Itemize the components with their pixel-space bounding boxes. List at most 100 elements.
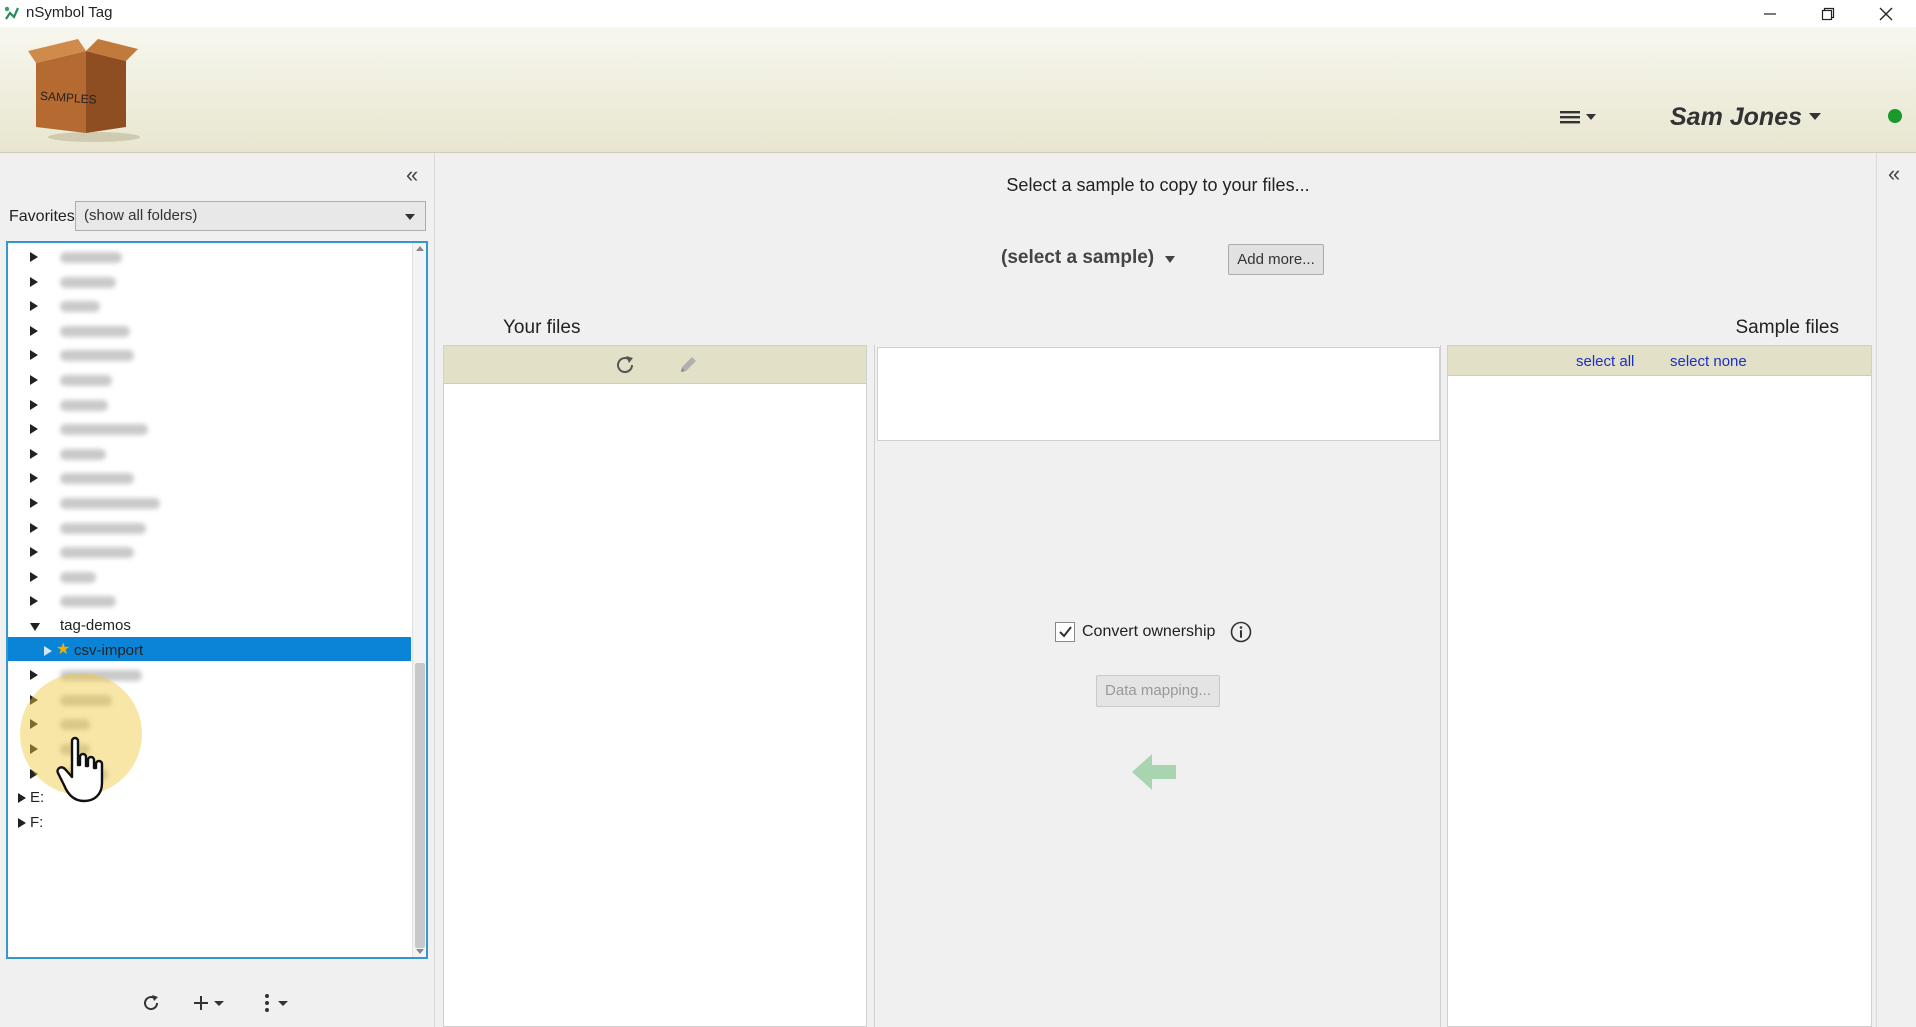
tree-item-label: F: [30,813,44,831]
favorites-select-value: (show all folders) [84,207,198,224]
tree-item[interactable] [8,587,411,612]
hand-pointer-cursor-icon [56,736,104,803]
tree-item[interactable] [8,514,411,539]
blurred-folder-name [60,522,146,534]
blurred-folder-name [60,375,112,386]
collapsed-arrow-icon[interactable] [30,670,38,681]
collapsed-arrow-icon[interactable] [30,547,38,558]
collapsed-arrow-icon[interactable] [18,817,26,828]
more-options-icon[interactable] [262,993,294,1013]
collapsed-arrow-icon[interactable] [18,793,26,804]
tree-item[interactable] [8,415,411,440]
user-menu[interactable]: Sam Jones [1670,103,1802,132]
scroll-up-icon[interactable] [416,246,424,251]
blurred-folder-name [60,571,96,583]
data-mapping-button[interactable]: Data mapping... [1096,675,1220,707]
tree-item[interactable] [8,538,411,563]
collapsed-arrow-icon[interactable] [30,301,38,312]
select-all-link[interactable]: select all [1576,353,1634,370]
blurred-folder-name [60,301,100,313]
favorites-label: Favorites [9,208,75,225]
tree-item-label: tag-demos [60,617,131,634]
blurred-folder-name [60,350,134,362]
sample-select[interactable]: (select a sample) [1001,247,1154,269]
collapsed-arrow-icon[interactable] [30,375,38,385]
collapsed-arrow-icon[interactable] [44,645,52,656]
hamburger-menu-icon [1560,111,1580,124]
transfer-pane: Convert ownership Data mapping... [874,345,1441,1027]
main-area: Select a sample to copy to your files...… [441,153,1875,1027]
tree-item-label: E: [30,789,45,807]
tree-item[interactable]: tag-demos [8,612,411,637]
refresh-icon[interactable] [141,993,161,1013]
collapsed-arrow-icon[interactable] [30,473,38,484]
tree-item[interactable] [8,391,411,416]
select-none-link[interactable]: select none [1670,353,1747,370]
tree-item[interactable] [8,317,411,342]
tree-item[interactable] [8,268,411,293]
expanded-arrow-icon[interactable] [30,623,40,631]
close-button[interactable] [1858,0,1914,27]
add-more-button[interactable]: Add more... [1228,244,1324,275]
expand-right-panel-icon[interactable]: « [1888,163,1900,185]
blurred-folder-name [60,252,122,263]
scroll-down-icon[interactable] [416,949,424,954]
minimize-button[interactable] [1742,0,1798,27]
sample-files-pane[interactable]: select all select none [1447,345,1872,1027]
edit-pencil-icon[interactable] [678,355,698,375]
collapsed-arrow-icon[interactable] [30,276,38,287]
tree-item[interactable] [8,563,411,588]
chevron-down-icon [1586,114,1596,120]
convert-ownership-label: Convert ownership [1082,623,1216,640]
collapsed-arrow-icon[interactable] [30,252,38,262]
close-icon [1879,7,1893,20]
checkmark-icon [1059,626,1072,638]
tree-scrollbar[interactable] [412,243,426,957]
collapsed-arrow-icon[interactable] [30,571,38,582]
folder-panel: « Favorites (show all folders) tag-demos… [0,153,435,1027]
restore-icon [1821,7,1835,20]
status-online-icon [1888,109,1902,123]
convert-ownership-checkbox[interactable] [1055,622,1075,642]
collapse-left-panel-icon[interactable]: « [406,164,418,186]
collapsed-arrow-icon[interactable] [30,325,38,336]
blurred-folder-name [60,547,134,559]
blurred-folder-name [60,424,148,436]
tree-item[interactable] [8,243,411,268]
tree-item[interactable] [8,366,411,391]
scroll-thumb[interactable] [415,663,425,948]
collapsed-arrow-icon[interactable] [30,448,38,459]
user-menu-caret-icon[interactable] [1809,113,1821,120]
chevron-down-icon [405,214,415,220]
main-menu-button[interactable] [1560,105,1600,129]
collapsed-arrow-icon[interactable] [30,522,38,533]
collapsed-arrow-icon[interactable] [30,424,38,435]
tree-item[interactable] [8,341,411,366]
instruction-text: Select a sample to copy to your files... [1006,175,1310,195]
tree-item[interactable]: F: [8,809,411,834]
info-icon[interactable] [1230,621,1252,643]
samples-box-logo: SAMPLES [28,39,140,142]
collapsed-arrow-icon[interactable] [30,498,38,508]
collapsed-arrow-icon[interactable] [30,596,38,607]
blurred-folder-name [60,596,116,608]
app-icon [4,6,20,20]
your-files-pane[interactable] [443,345,867,1027]
restore-button[interactable] [1800,0,1856,27]
tree-item[interactable] [8,440,411,465]
tree-item[interactable]: ★ csv-import [8,636,411,662]
copy-left-arrow-icon[interactable] [1130,750,1178,794]
tree-item[interactable] [8,489,411,514]
refresh-icon[interactable] [614,354,636,376]
folder-tree[interactable]: tag-demos ★ csv-import E: F: [6,241,428,959]
tree-item[interactable] [8,292,411,317]
right-collapsed-rail [1876,153,1916,1027]
tree-item[interactable] [8,464,411,489]
add-icon[interactable] [192,993,228,1013]
chevron-down-icon[interactable] [1165,256,1175,263]
sample-files-heading: Sample files [1735,317,1840,338]
favorites-select[interactable]: (show all folders) [75,201,426,231]
blurred-folder-name [60,473,134,485]
collapsed-arrow-icon[interactable] [30,399,38,410]
collapsed-arrow-icon[interactable] [30,350,38,361]
